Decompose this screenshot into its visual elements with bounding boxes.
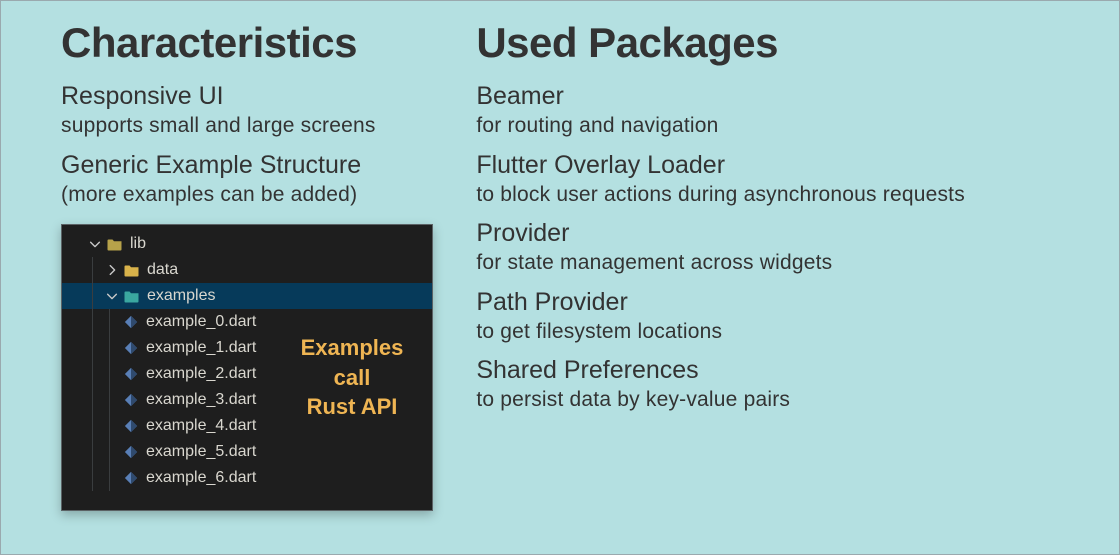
rust-api-callout: Examples call Rust API [288, 333, 416, 422]
tree-label: example_6.dart [146, 469, 256, 487]
characteristic-item: Responsive UI supports small and large s… [61, 81, 446, 140]
package-sub: for routing and navigation [476, 112, 1079, 139]
tree-label: data [147, 261, 178, 279]
tree-label: example_5.dart [146, 443, 256, 461]
callout-line: call [288, 363, 416, 393]
tree-row-file[interactable]: example_0.dart [62, 309, 432, 335]
package-item: Flutter Overlay Loader to block user act… [476, 150, 1079, 209]
folder-icon [106, 235, 124, 253]
tree-label: lib [130, 235, 146, 253]
package-item: Path Provider to get filesystem location… [476, 287, 1079, 346]
chevron-down-icon [105, 289, 119, 303]
package-sub: to persist data by key-value pairs [476, 386, 1079, 413]
package-title: Provider [476, 218, 1079, 249]
package-sub: for state management across widgets [476, 249, 1079, 276]
tree-row-file[interactable]: example_6.dart [62, 465, 432, 491]
dart-file-icon [122, 365, 140, 383]
packages-heading: Used Packages [476, 19, 1079, 67]
folder-icon [123, 287, 141, 305]
package-title: Shared Preferences [476, 355, 1079, 386]
characteristic-title: Responsive UI [61, 81, 446, 112]
characteristic-sub: supports small and large screens [61, 112, 446, 139]
characteristic-sub: (more examples can be added) [61, 181, 446, 208]
dart-file-icon [122, 443, 140, 461]
tree-label: example_0.dart [146, 313, 256, 331]
dart-file-icon [122, 417, 140, 435]
package-sub: to block user actions during asynchronou… [476, 181, 1079, 208]
callout-line: Examples [288, 333, 416, 363]
characteristics-column: Characteristics Responsive UI supports s… [61, 19, 456, 536]
tree-label: example_1.dart [146, 339, 256, 357]
file-tree-panel: lib data [61, 224, 433, 511]
package-title: Beamer [476, 81, 1079, 112]
tree-label: example_3.dart [146, 391, 256, 409]
package-sub: to get filesystem locations [476, 318, 1079, 345]
characteristics-heading: Characteristics [61, 19, 446, 67]
folder-icon [123, 261, 141, 279]
package-item: Beamer for routing and navigation [476, 81, 1079, 140]
tree-label: example_4.dart [146, 417, 256, 435]
package-item: Shared Preferences to persist data by ke… [476, 355, 1079, 414]
tree-row-file[interactable]: example_5.dart [62, 439, 432, 465]
dart-file-icon [122, 339, 140, 357]
tree-row-lib[interactable]: lib [62, 231, 432, 257]
characteristic-item: Generic Example Structure (more examples… [61, 150, 446, 209]
tree-row-examples[interactable]: examples [62, 283, 432, 309]
tree-label: example_2.dart [146, 365, 256, 383]
callout-line: Rust API [288, 392, 416, 422]
characteristic-title: Generic Example Structure [61, 150, 446, 181]
dart-file-icon [122, 313, 140, 331]
chevron-down-icon [88, 237, 102, 251]
package-item: Provider for state management across wid… [476, 218, 1079, 277]
chevron-right-icon [105, 263, 119, 277]
slide: Characteristics Responsive UI supports s… [0, 0, 1120, 555]
dart-file-icon [122, 391, 140, 409]
tree-label: examples [147, 287, 215, 305]
package-title: Flutter Overlay Loader [476, 150, 1079, 181]
packages-column: Used Packages Beamer for routing and nav… [456, 19, 1079, 536]
dart-file-icon [122, 469, 140, 487]
package-title: Path Provider [476, 287, 1079, 318]
tree-row-data[interactable]: data [62, 257, 432, 283]
